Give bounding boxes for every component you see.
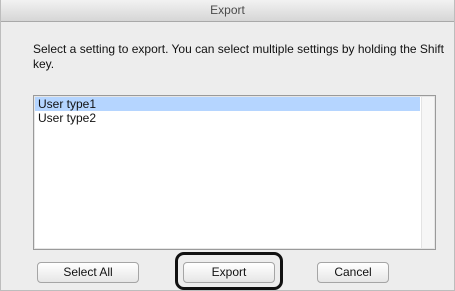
select-all-button[interactable]: Select All xyxy=(37,262,139,283)
export-dialog: Export Select a setting to export. You c… xyxy=(0,0,455,291)
list-item-user-type1[interactable]: User type1 xyxy=(35,97,420,111)
list-item-user-type2[interactable]: User type2 xyxy=(35,111,420,125)
instruction-text: Select a setting to export. You can sele… xyxy=(33,42,444,71)
settings-list[interactable]: User type1 User type2 xyxy=(33,95,436,250)
cancel-button[interactable]: Cancel xyxy=(317,262,389,283)
export-button-highlight-ring xyxy=(175,252,283,290)
list-scrollbar[interactable] xyxy=(421,97,434,248)
window-title: Export xyxy=(210,3,245,17)
title-bar[interactable]: Export xyxy=(1,0,454,22)
